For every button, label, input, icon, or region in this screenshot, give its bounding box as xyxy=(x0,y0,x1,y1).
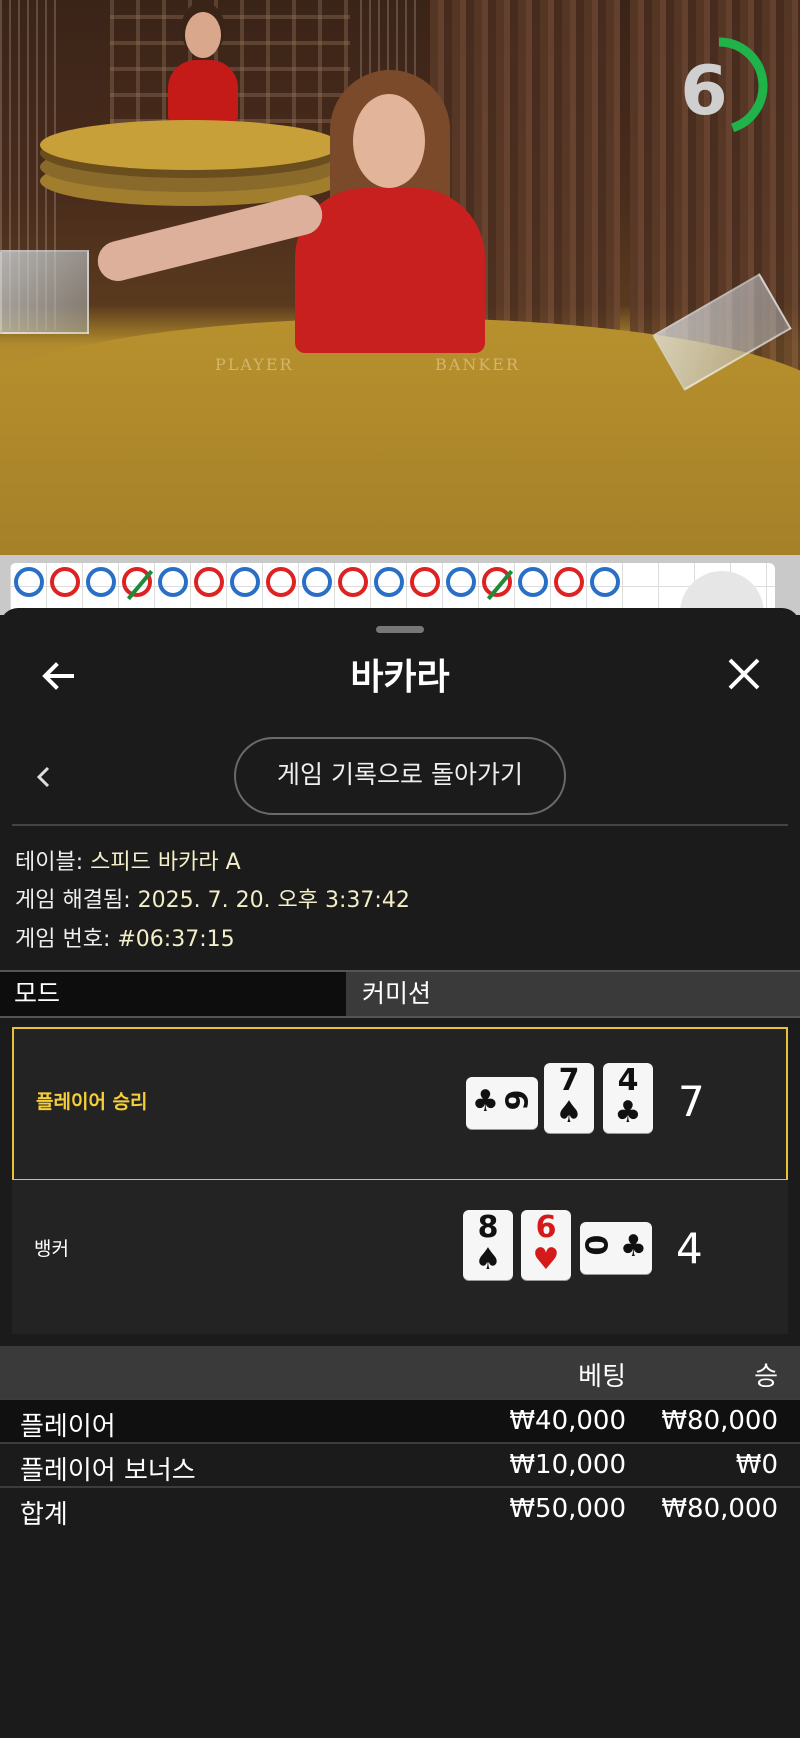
player-result-label: 플레이어 승리 xyxy=(36,1091,148,1113)
drag-handle[interactable] xyxy=(376,626,424,633)
banker-road-marker xyxy=(194,567,224,597)
table-value: 스피드 바카라 A xyxy=(90,850,241,875)
tab-mode[interactable]: 모드 xyxy=(0,972,346,1016)
player-road-marker xyxy=(158,567,188,597)
bet-name: 플레이어 보너스 xyxy=(20,1456,196,1486)
card-suit: ♥ xyxy=(532,1242,560,1277)
bet-amount: ₩40,000 xyxy=(509,1406,626,1436)
bets-table: 베팅 승 플레이어 ₩40,000 ₩80,000 플레이어 보너스 ₩10,0… xyxy=(0,1346,800,1530)
total-win: ₩80,000 xyxy=(661,1494,778,1524)
card-suit: ♠ xyxy=(555,1095,583,1130)
card-rank: 8 xyxy=(477,1210,499,1245)
bet-amount: ₩10,000 xyxy=(509,1450,626,1480)
win-amount: ₩0 xyxy=(735,1450,778,1480)
game-number-label: 게임 번호: xyxy=(15,927,118,952)
player-road-marker xyxy=(230,567,260,597)
player-card-3: 4 ♣ xyxy=(603,1063,653,1133)
table-label: 테이블: xyxy=(15,850,91,875)
player-road-marker xyxy=(86,567,116,597)
countdown-timer: 6 xyxy=(667,28,771,158)
player-card-2: 7 ♠ xyxy=(544,1063,594,1133)
total-row: 합계 ₩50,000 ₩80,000 xyxy=(0,1488,800,1530)
player-road-marker xyxy=(374,567,404,597)
card-suit: ♣ xyxy=(620,1229,647,1264)
card-rank: 6 xyxy=(535,1210,557,1245)
roadmap-strip[interactable] xyxy=(0,555,800,615)
player-card-1: ♣ 6 xyxy=(466,1077,538,1129)
banker-card-1: 8 ♠ xyxy=(463,1210,513,1280)
banker-road-marker xyxy=(338,567,368,597)
card-rank: 4 xyxy=(617,1063,639,1098)
roadmap-cells xyxy=(14,567,626,601)
column-header-bet: 베팅 xyxy=(578,1362,626,1392)
banker-hand: 뱅커 8 ♠ 6 ♥ 0 ♣ 4 xyxy=(12,1180,788,1334)
player-road-marker xyxy=(14,567,44,597)
bet-name: 플레이어 xyxy=(20,1412,116,1442)
close-icon[interactable] xyxy=(724,654,764,694)
card-rank: 6 xyxy=(497,1089,533,1111)
total-bet: ₩50,000 xyxy=(509,1494,626,1524)
resolved-info: 게임 해결됨: 2025. 7. 20. 오후 3:37:42 xyxy=(15,882,410,914)
player-road-marker xyxy=(302,567,332,597)
resolved-value: 2025. 7. 20. 오후 3:37:42 xyxy=(137,888,410,913)
page-title: 바카라 xyxy=(350,657,450,698)
table-header: 베팅 승 xyxy=(0,1346,800,1400)
table-info: 테이블: 스피드 바카라 A xyxy=(15,844,241,876)
countdown-value: 6 xyxy=(680,52,728,131)
win-amount: ₩80,000 xyxy=(661,1406,778,1436)
player-road-marker xyxy=(518,567,548,597)
banker-road-marker xyxy=(482,567,514,601)
card-rank: 0 xyxy=(580,1234,616,1256)
felt-label-banker: BANKER xyxy=(435,355,520,374)
column-header-win: 승 xyxy=(754,1362,778,1392)
banker-road-marker xyxy=(50,567,80,597)
card-suit: ♣ xyxy=(472,1084,499,1119)
banker-road-marker xyxy=(554,567,584,597)
banker-label: 뱅커 xyxy=(34,1238,69,1260)
player-road-marker xyxy=(590,567,620,597)
player-road-marker xyxy=(446,567,476,597)
card-suit: ♠ xyxy=(474,1242,502,1277)
tie-slash xyxy=(126,569,154,601)
banker-score: 4 xyxy=(676,1224,703,1273)
tab-commission[interactable]: 커미션 xyxy=(348,972,800,1016)
table-row: 플레이어 ₩40,000 ₩80,000 xyxy=(0,1400,800,1444)
banker-card-2: 6 ♥ xyxy=(521,1210,571,1280)
chevron-left-icon[interactable] xyxy=(32,760,56,794)
live-video-stream: PLAYER BANKER 6 xyxy=(0,0,800,555)
mode-tabs: 모드 커미션 xyxy=(0,970,800,1018)
felt-label-player: PLAYER xyxy=(215,355,294,374)
back-to-history-button[interactable]: 게임 기록으로 돌아가기 xyxy=(234,737,566,815)
tie-slash xyxy=(486,569,514,601)
resolved-label: 게임 해결됨: xyxy=(15,888,138,913)
banker-road-marker xyxy=(122,567,154,601)
player-hand: 플레이어 승리 ♣ 6 7 ♠ 4 ♣ 7 xyxy=(12,1027,788,1181)
banker-card-3: 0 ♣ xyxy=(580,1222,652,1274)
total-label: 합계 xyxy=(20,1500,68,1530)
card-rank: 7 xyxy=(558,1063,580,1098)
table-row: 플레이어 보너스 ₩10,000 ₩0 xyxy=(0,1444,800,1488)
game-number-info: 게임 번호: #06:37:15 xyxy=(15,921,235,953)
background-dealer xyxy=(168,12,238,122)
banker-road-marker xyxy=(410,567,440,597)
game-number-value: #06:37:15 xyxy=(117,927,235,952)
banker-road-marker xyxy=(266,567,296,597)
game-result-panel: 바카라 게임 기록으로 돌아가기 테이블: 스피드 바카라 A 게임 해결됨: … xyxy=(0,608,800,1738)
card-shoe xyxy=(0,250,89,334)
player-score: 7 xyxy=(678,1077,705,1126)
card-suit: ♣ xyxy=(614,1095,642,1130)
divider xyxy=(12,824,788,826)
